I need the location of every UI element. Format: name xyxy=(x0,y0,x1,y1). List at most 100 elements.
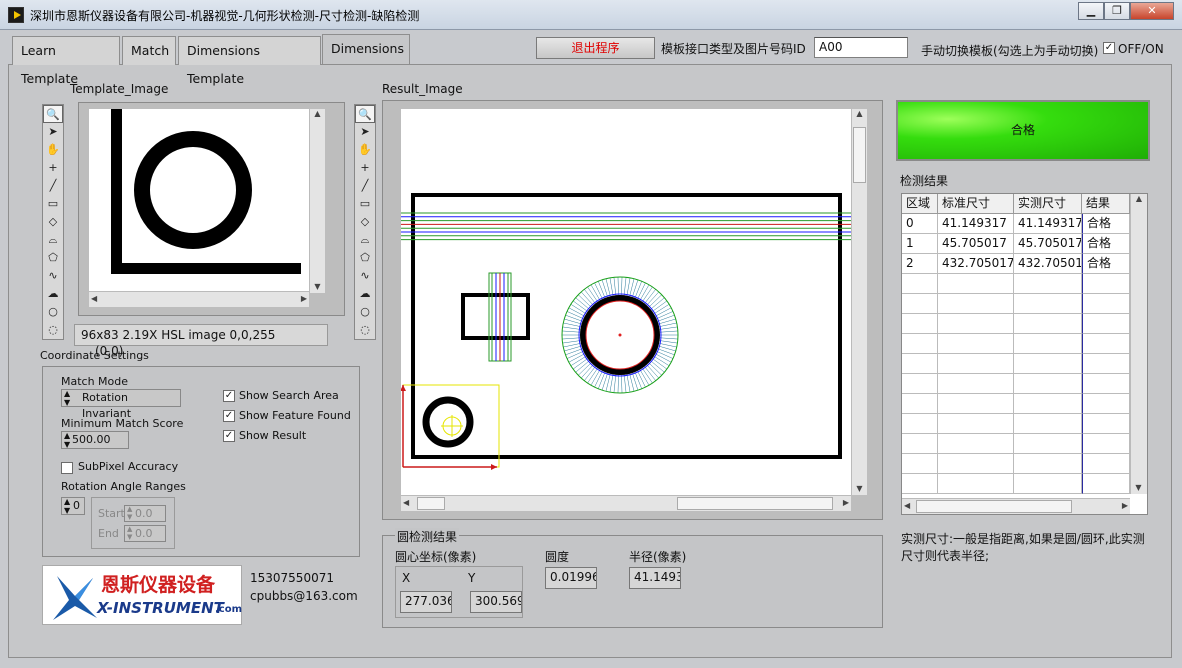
table-cell[interactable]: 合格 xyxy=(1082,254,1130,274)
table-cell[interactable] xyxy=(902,274,938,294)
template-image-canvas[interactable] xyxy=(89,109,309,301)
table-cell[interactable] xyxy=(1014,474,1082,494)
template-id-field[interactable]: A00 xyxy=(814,37,908,58)
minimize-button[interactable]: ▁ xyxy=(1078,2,1104,20)
freehand-region-tool-icon[interactable]: ☁ xyxy=(43,285,63,303)
template-horizontal-scrollbar[interactable]: ◀ ▶ xyxy=(89,291,309,307)
scroll-down-icon[interactable]: ▼ xyxy=(1131,483,1146,492)
scroll-left-icon[interactable]: ◀ xyxy=(904,501,910,510)
table-cell[interactable] xyxy=(1082,294,1130,314)
pointer-tool-icon[interactable]: ➤ xyxy=(355,123,375,141)
table-cell[interactable] xyxy=(1082,354,1130,374)
results-table[interactable]: 区域 标准尺寸 实测尺寸 结果 0 41.149317 41.149317 合格 1 45.705… xyxy=(901,193,1148,515)
tab-match[interactable]: Match xyxy=(122,36,176,65)
point-tool-icon[interactable]: + xyxy=(43,159,63,177)
table-cell[interactable] xyxy=(938,294,1014,314)
scroll-up-icon[interactable]: ▲ xyxy=(852,109,867,118)
table-cell[interactable]: 0 xyxy=(902,214,938,234)
horizontal-scroll-thumb-right[interactable] xyxy=(677,497,833,510)
scroll-left-icon[interactable]: ◀ xyxy=(91,294,97,303)
results-horizontal-scrollbar[interactable]: ◀ ▶ xyxy=(902,498,1130,514)
table-cell[interactable] xyxy=(1082,334,1130,354)
result-vertical-scrollbar[interactable]: ▲ ▼ xyxy=(851,109,867,495)
table-cell[interactable] xyxy=(1014,274,1082,294)
zoom-tool-icon[interactable]: 🔍 xyxy=(355,105,375,123)
tab-learn-template[interactable]: Learn Template xyxy=(12,36,120,86)
table-cell[interactable] xyxy=(938,394,1014,414)
horizontal-scroll-thumb[interactable] xyxy=(417,497,445,510)
scroll-down-icon[interactable]: ▼ xyxy=(310,282,325,291)
table-cell[interactable] xyxy=(938,334,1014,354)
annulus-tool-icon[interactable]: ⌓ xyxy=(355,231,375,249)
table-cell[interactable] xyxy=(902,294,938,314)
pan-tool-icon[interactable]: ✋ xyxy=(43,141,63,159)
table-cell[interactable]: 41.149317 xyxy=(938,214,1014,234)
polygon-tool-icon[interactable]: ⬠ xyxy=(355,249,375,267)
table-cell[interactable] xyxy=(1014,294,1082,314)
angle-index-spin-icon[interactable]: ▲ ▼ xyxy=(64,497,70,515)
table-cell[interactable] xyxy=(1082,394,1130,414)
table-cell[interactable] xyxy=(902,314,938,334)
table-cell[interactable] xyxy=(902,434,938,454)
table-cell[interactable]: 合格 xyxy=(1082,214,1130,234)
table-cell[interactable] xyxy=(1014,454,1082,474)
table-cell[interactable] xyxy=(1014,374,1082,394)
table-cell[interactable] xyxy=(1082,414,1130,434)
table-cell[interactable] xyxy=(938,434,1014,454)
table-cell[interactable] xyxy=(902,374,938,394)
scroll-right-icon[interactable]: ▶ xyxy=(843,498,849,507)
table-cell[interactable]: 2 xyxy=(902,254,938,274)
results-vertical-scrollbar[interactable]: ▲ ▼ xyxy=(1130,194,1147,494)
point-tool-icon[interactable]: + xyxy=(355,159,375,177)
table-cell[interactable] xyxy=(1082,454,1130,474)
table-cell[interactable] xyxy=(938,414,1014,434)
table-cell[interactable] xyxy=(902,334,938,354)
rectangle-tool-icon[interactable]: ▭ xyxy=(43,195,63,213)
table-cell[interactable]: 432.70501 xyxy=(1014,254,1082,274)
manual-switch-checkbox[interactable]: ✓ xyxy=(1103,42,1115,54)
show-feature-found-checkbox[interactable]: ✓ xyxy=(223,410,235,422)
circle-tool-icon[interactable]: ◌ xyxy=(355,321,375,339)
scroll-right-icon[interactable]: ▶ xyxy=(301,294,307,303)
table-cell[interactable] xyxy=(1014,314,1082,334)
table-cell[interactable]: 45.705017 xyxy=(938,234,1014,254)
subpixel-checkbox[interactable] xyxy=(61,462,73,474)
rectangle-tool-icon[interactable]: ▭ xyxy=(355,195,375,213)
zoom-tool-icon[interactable]: 🔍 xyxy=(43,105,63,123)
pan-tool-icon[interactable]: ✋ xyxy=(355,141,375,159)
table-cell[interactable] xyxy=(1014,354,1082,374)
vertical-scroll-thumb[interactable] xyxy=(853,127,866,183)
table-cell[interactable] xyxy=(1082,314,1130,334)
table-cell[interactable] xyxy=(1014,394,1082,414)
rotated-rect-tool-icon[interactable]: ◇ xyxy=(43,213,63,231)
start-spin-icon[interactable]: ▲ ▼ xyxy=(127,505,132,521)
result-image-canvas[interactable] xyxy=(401,109,851,497)
table-cell[interactable]: 1 xyxy=(902,234,938,254)
table-cell[interactable] xyxy=(938,354,1014,374)
table-cell[interactable]: 41.149317 xyxy=(1014,214,1082,234)
freehand-region-tool-icon[interactable]: ☁ xyxy=(355,285,375,303)
scroll-left-icon[interactable]: ◀ xyxy=(403,498,409,507)
table-cell[interactable]: 合格 xyxy=(1082,234,1130,254)
match-mode-selector[interactable]: ▲ ▼ Rotation Invariant xyxy=(61,389,181,420)
start-angle-field[interactable]: ▲ ▼ 0.0 xyxy=(124,505,166,522)
maximize-button[interactable]: ❐ xyxy=(1104,2,1130,20)
line-tool-icon[interactable]: ╱ xyxy=(355,177,375,195)
min-score-numeric[interactable]: ▲ ▼ 500.00 xyxy=(61,431,129,449)
template-vertical-scrollbar[interactable]: ▲ ▼ xyxy=(309,109,325,293)
oval-tool-icon[interactable]: ○ xyxy=(43,303,63,321)
show-search-area-checkbox[interactable]: ✓ xyxy=(223,390,235,402)
end-angle-field[interactable]: ▲ ▼ 0.0 xyxy=(124,525,166,542)
end-spin-icon[interactable]: ▲ ▼ xyxy=(127,525,132,541)
tab-dimensions-template[interactable]: Dimensions Template xyxy=(178,36,321,86)
oval-tool-icon[interactable]: ○ xyxy=(355,303,375,321)
close-button[interactable]: ✕ xyxy=(1130,2,1174,20)
table-cell[interactable] xyxy=(938,314,1014,334)
table-cell[interactable] xyxy=(902,394,938,414)
scroll-up-icon[interactable]: ▲ xyxy=(1131,194,1147,203)
freehand-line-tool-icon[interactable]: ∿ xyxy=(43,267,63,285)
scroll-up-icon[interactable]: ▲ xyxy=(310,109,325,118)
line-tool-icon[interactable]: ╱ xyxy=(43,177,63,195)
polygon-tool-icon[interactable]: ⬠ xyxy=(43,249,63,267)
match-mode-spin-icon[interactable]: ▲ ▼ xyxy=(64,389,70,407)
